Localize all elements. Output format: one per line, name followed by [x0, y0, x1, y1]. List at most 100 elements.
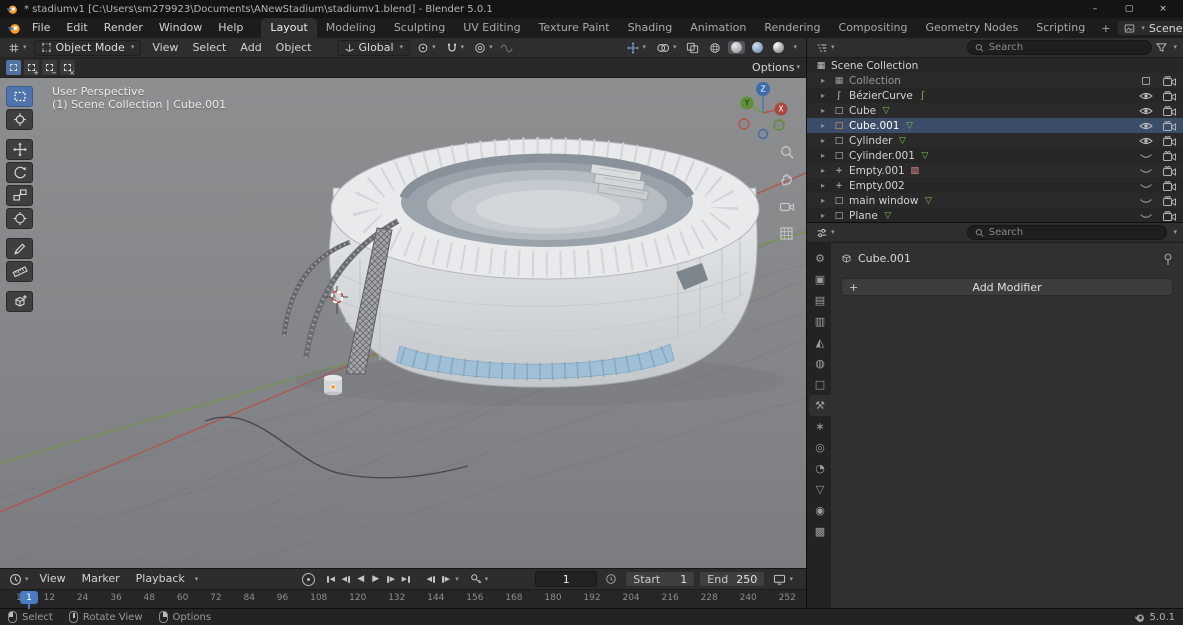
pin-id-icon[interactable]	[1163, 253, 1173, 265]
expand-icon[interactable]: ▸	[821, 121, 829, 130]
properties-tab-physics[interactable]: ◎	[809, 437, 831, 458]
disable-in-renders-toggle[interactable]	[1159, 181, 1179, 191]
scene-selector[interactable]: ▾ Scene ×	[1117, 20, 1183, 36]
filter-funnel-icon[interactable]	[1156, 42, 1167, 53]
object-name[interactable]: BézierCurve	[849, 90, 913, 102]
workspace-tab[interactable]: Animation	[681, 18, 755, 38]
properties-tab-world[interactable]: ◍	[809, 353, 831, 374]
disable-in-renders-toggle[interactable]	[1159, 151, 1179, 161]
hide-in-viewport-toggle[interactable]	[1137, 106, 1155, 116]
snap-toggle-button[interactable]: ▾	[443, 39, 468, 56]
expand-icon[interactable]: ▸	[821, 166, 829, 175]
workspace-tab[interactable]: Modeling	[317, 18, 385, 38]
properties-tab-view-layer[interactable]: ▥	[809, 311, 831, 332]
outliner-search[interactable]	[967, 40, 1152, 55]
workspace-tab[interactable]: Geometry Nodes	[916, 18, 1027, 38]
outliner-row[interactable]: ▸ ▦ Collection	[807, 73, 1183, 88]
viewport-canvas[interactable]: Z Y X	[0, 78, 806, 568]
jump-to-start-button[interactable]: ◀	[323, 572, 338, 586]
timeline-menu[interactable]: Playback	[128, 570, 193, 588]
perspective-toggle-icon[interactable]	[778, 225, 796, 243]
outliner-editor-type-button[interactable]: ▾	[813, 39, 838, 56]
workspace-tab[interactable]: UV Editing	[454, 18, 529, 38]
previous-keyframe-button[interactable]: ◀	[338, 572, 353, 586]
object-name[interactable]: Cube	[849, 105, 876, 117]
select-mode-extend-button[interactable]	[24, 60, 39, 75]
workspace-tab[interactable]: Layout	[261, 18, 316, 38]
tool-cursor[interactable]	[6, 109, 33, 130]
shading-material-button[interactable]	[749, 41, 766, 54]
select-mode-difference-button[interactable]	[60, 60, 75, 75]
outliner-search-input[interactable]	[989, 42, 1145, 53]
jump-to-end-button[interactable]: ▶	[398, 572, 413, 586]
outliner-row[interactable]: ▸ □ Cube.001 ▽	[807, 118, 1183, 133]
viewport-menu[interactable]: View	[145, 39, 185, 57]
workspace-tab[interactable]: Scripting	[1027, 18, 1094, 38]
outliner-row[interactable]: ▸ □ Cube ▽	[807, 103, 1183, 118]
pan-hand-icon[interactable]	[778, 171, 796, 189]
3d-viewport[interactable]: Z Y X User Perspective (1) Scene Collect…	[0, 78, 806, 568]
tool-options-dropdown[interactable]: Options ▾	[752, 61, 800, 74]
maximize-button[interactable]: ▢	[1123, 4, 1135, 14]
add-workspace-button[interactable]: +	[1094, 22, 1117, 35]
workspace-tab[interactable]: Texture Paint	[530, 18, 619, 38]
timeline-ruler[interactable]: 1122436486072849610812013214415616818019…	[0, 589, 806, 609]
frame-start-field[interactable]: Start 1	[625, 571, 695, 587]
blender-menu-button[interactable]	[4, 20, 24, 37]
properties-tab-render[interactable]: ▣	[809, 269, 831, 290]
disable-in-renders-toggle[interactable]	[1159, 106, 1179, 116]
hide-in-viewport-toggle[interactable]	[1137, 211, 1155, 221]
properties-tab-object-data[interactable]: ▽	[809, 479, 831, 500]
workspace-tab[interactable]: Sculpting	[385, 18, 454, 38]
frame-forward-button[interactable]: ▶	[438, 572, 453, 586]
properties-tab-output[interactable]: ▤	[809, 290, 831, 311]
pivot-point-button[interactable]: ▾	[414, 39, 439, 56]
menubar-menu[interactable]: Edit	[58, 19, 95, 37]
tool-rotate[interactable]	[6, 162, 33, 183]
properties-tab-tool[interactable]: ⚙	[809, 248, 831, 269]
viewport-menu[interactable]: Add	[233, 39, 268, 57]
play-button[interactable]: ▶	[368, 572, 383, 586]
disable-in-renders-toggle[interactable]	[1159, 166, 1179, 176]
outliner-row[interactable]: ▸ + Empty.001 ▨	[807, 163, 1183, 178]
playback-sync-button[interactable]: ▾	[770, 571, 796, 588]
disable-in-renders-toggle[interactable]	[1159, 121, 1179, 131]
timeline-editor-type-button[interactable]: ▾	[6, 571, 32, 588]
editor-type-button[interactable]: ▾	[5, 39, 30, 56]
outliner-row[interactable]: ▸ ʃ BézierCurve ʃ	[807, 88, 1183, 103]
toggle-xray-button[interactable]	[683, 39, 702, 56]
workspace-tab[interactable]: Compositing	[830, 18, 917, 38]
show-gizmo-button[interactable]: ▾	[624, 39, 649, 56]
hide-in-viewport-toggle[interactable]	[1137, 166, 1155, 176]
properties-tab-material[interactable]: ◉	[809, 500, 831, 521]
expand-icon[interactable]: ▸	[821, 181, 829, 190]
object-name[interactable]: Cube.001	[849, 120, 900, 132]
select-mode-subtract-button[interactable]	[42, 60, 57, 75]
tool-move[interactable]	[6, 139, 33, 160]
menubar-menu[interactable]: Help	[210, 19, 251, 37]
hide-in-viewport-toggle[interactable]	[1137, 181, 1155, 191]
menubar-menu[interactable]: Window	[151, 19, 210, 37]
tool-measure[interactable]	[6, 261, 33, 282]
timeline-menu[interactable]: Marker	[74, 570, 128, 588]
object-name[interactable]: Empty.002	[849, 180, 905, 192]
properties-tab-scene[interactable]: ◭	[809, 332, 831, 353]
properties-editor-type-button[interactable]: ▾	[813, 224, 838, 241]
gizmo-z-neg[interactable]	[759, 130, 768, 139]
properties-search-input[interactable]	[989, 227, 1160, 238]
hide-in-viewport-toggle[interactable]	[1137, 151, 1155, 161]
playhead[interactable]: 1	[20, 591, 38, 604]
next-keyframe-button[interactable]: ▶	[383, 572, 398, 586]
auto-keying-toggle[interactable]	[302, 573, 315, 586]
gizmo-y-neg[interactable]	[774, 120, 784, 130]
current-frame-field[interactable]: 1	[535, 571, 597, 587]
play-reverse-button[interactable]: ◀	[353, 572, 368, 586]
workspace-tab[interactable]: Shading	[619, 18, 682, 38]
proportional-editing-button[interactable]: ▾	[471, 39, 496, 56]
tool-transform[interactable]	[6, 208, 33, 229]
outliner-row[interactable]: ▸ □ Plane ▽	[807, 208, 1183, 221]
properties-tab-modifiers[interactable]: ⚒	[809, 395, 831, 416]
hide-in-viewport-toggle[interactable]	[1137, 121, 1155, 131]
workspace-tab[interactable]: Rendering	[755, 18, 829, 38]
show-overlays-button[interactable]: ▾	[653, 39, 680, 56]
